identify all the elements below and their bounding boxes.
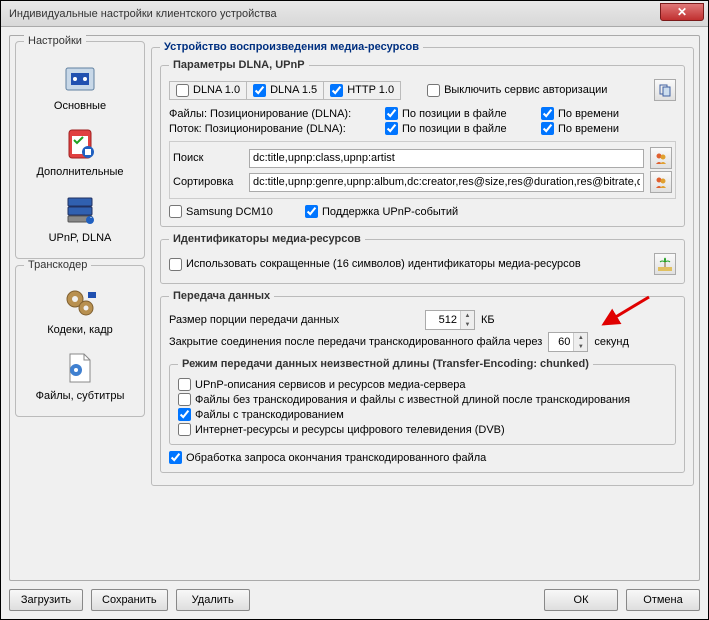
- save-button[interactable]: Сохранить: [91, 589, 168, 611]
- sidebar-item-extra[interactable]: Дополнительные: [18, 120, 142, 186]
- sidebar-group1-label: Настройки: [24, 35, 86, 47]
- sidebar-item-label: Основные: [20, 100, 140, 112]
- sidebar-item-codecs[interactable]: Кодеки, кадр: [18, 278, 142, 344]
- dlna-params-group: Параметры DLNA, UPnP DLNA 1.0 DLNA 1.5 H…: [160, 59, 685, 227]
- sort-users-button[interactable]: [650, 171, 672, 193]
- spinner-down[interactable]: ▼: [461, 320, 474, 329]
- chunked-transcoded-checkbox[interactable]: Файлы с транскодированием: [178, 408, 344, 421]
- playback-group: Устройство воспроизведения медиа-ресурсо…: [151, 41, 694, 486]
- main-frame: Настройки Основные Дополнительные UPnP, …: [9, 35, 700, 581]
- search-label: Поиск: [173, 152, 243, 164]
- close-after-spinner[interactable]: ▲▼: [548, 332, 588, 352]
- stream-by-time-checkbox[interactable]: По времени: [541, 122, 619, 135]
- close-button[interactable]: ✕: [660, 3, 704, 21]
- dlna10-checkbox[interactable]: DLNA 1.0: [170, 82, 247, 99]
- dlna15-checkbox[interactable]: DLNA 1.5: [247, 82, 324, 99]
- chunked-legend: Режим передачи данных неизвестной длины …: [178, 358, 593, 370]
- ids-group: Идентификаторы медиа-ресурсов Использова…: [160, 233, 685, 284]
- spinner-down[interactable]: ▼: [574, 342, 587, 351]
- sidebar-item-upnp[interactable]: UPnP, DLNA: [18, 186, 142, 252]
- window: Индивидуальные настройки клиентского уст…: [0, 0, 709, 620]
- folder-icon: [60, 58, 100, 98]
- http10-checkbox[interactable]: HTTP 1.0: [324, 82, 400, 99]
- window-body: Настройки Основные Дополнительные UPnP, …: [1, 27, 708, 619]
- window-title: Индивидуальные настройки клиентского уст…: [9, 8, 277, 20]
- upnp-events-checkbox[interactable]: Поддержка UPnP-событий: [305, 205, 458, 218]
- samsung-checkbox[interactable]: Samsung DCM10: [169, 205, 299, 218]
- file-by-pos-checkbox[interactable]: По позиции в файле: [385, 107, 535, 120]
- search-input[interactable]: [249, 149, 644, 168]
- transfer-group: Передача данных Размер порции передачи д…: [160, 290, 685, 473]
- load-button[interactable]: Загрузить: [9, 589, 83, 611]
- users-icon: [654, 175, 668, 189]
- stream-by-pos-checkbox[interactable]: По позиции в файле: [385, 122, 535, 135]
- sidebar-group-transcoder: Транскодер Кодеки, кадр Файлы, субтитры: [15, 265, 145, 417]
- chunked-dvb-checkbox[interactable]: Интернет-ресурсы и ресурсы цифрового тел…: [178, 423, 505, 436]
- chunked-upnp-checkbox[interactable]: UPnP-описания сервисов и ресурсов медиа-…: [178, 378, 466, 391]
- ids-legend: Идентификаторы медиа-ресурсов: [169, 233, 365, 245]
- stream-pos-label: Поток: Позиционирование (DLNA):: [169, 123, 379, 135]
- title-bar: Индивидуальные настройки клиентского уст…: [1, 1, 708, 27]
- sidebar-item-label: Кодеки, кадр: [20, 324, 140, 336]
- sort-label: Сортировка: [173, 176, 243, 188]
- playback-legend: Устройство воспроизведения медиа-ресурсо…: [160, 41, 423, 53]
- chunked-group: Режим передачи данных неизвестной длины …: [169, 358, 676, 445]
- spinner-up[interactable]: ▲: [461, 311, 474, 320]
- eof-processing-checkbox[interactable]: Обработка запроса окончания транскодиров…: [169, 451, 486, 464]
- palm-button[interactable]: [654, 253, 676, 275]
- seconds-label: секунд: [594, 336, 629, 348]
- palm-icon: [658, 257, 672, 271]
- sidebar-item-label: UPnP, DLNA: [20, 232, 140, 244]
- content: Устройство воспроизведения медиа-ресурсо…: [151, 41, 694, 575]
- copy-icon: [658, 83, 672, 97]
- chunk-unit: КБ: [481, 314, 495, 326]
- search-users-button[interactable]: [650, 147, 672, 169]
- file-gear-icon: [60, 348, 100, 388]
- sidebar-item-files[interactable]: Файлы, субтитры: [18, 344, 142, 410]
- file-by-time-checkbox[interactable]: По времени: [541, 107, 619, 120]
- dlna-params-legend: Параметры DLNA, UPnP: [169, 59, 309, 71]
- cancel-button[interactable]: Отмена: [626, 589, 700, 611]
- sidebar-group2-label: Транскодер: [24, 259, 91, 271]
- copy-button[interactable]: [654, 79, 676, 101]
- sidebar-item-basic[interactable]: Основные: [18, 54, 142, 120]
- clipboard-icon: [60, 124, 100, 164]
- sidebar: Настройки Основные Дополнительные UPnP, …: [15, 41, 145, 575]
- gears-icon: [60, 282, 100, 322]
- spinner-up[interactable]: ▲: [574, 333, 587, 342]
- ok-button[interactable]: ОК: [544, 589, 618, 611]
- chunk-size-spinner[interactable]: ▲▼: [425, 310, 475, 330]
- delete-button[interactable]: Удалить: [176, 589, 250, 611]
- chunk-size-label: Размер порции передачи данных: [169, 314, 419, 326]
- sidebar-item-label: Файлы, субтитры: [20, 390, 140, 402]
- transfer-legend: Передача данных: [169, 290, 274, 302]
- short-ids-checkbox[interactable]: Использовать сокращенные (16 символов) и…: [169, 258, 581, 271]
- sidebar-group-settings: Настройки Основные Дополнительные UPnP, …: [15, 41, 145, 259]
- server-icon: [60, 190, 100, 230]
- disable-auth-checkbox[interactable]: Выключить сервис авторизации: [427, 84, 607, 97]
- chunked-knownlen-checkbox[interactable]: Файлы без транскодирования и файлы с изв…: [178, 393, 630, 406]
- close-after-label: Закрытие соединения после передачи транс…: [169, 336, 542, 348]
- users-icon: [654, 151, 668, 165]
- file-pos-label: Файлы: Позиционирование (DLNA):: [169, 108, 379, 120]
- footer: Загрузить Сохранить Удалить ОК Отмена: [9, 589, 700, 611]
- sort-input[interactable]: [249, 173, 644, 192]
- sidebar-item-label: Дополнительные: [20, 166, 140, 178]
